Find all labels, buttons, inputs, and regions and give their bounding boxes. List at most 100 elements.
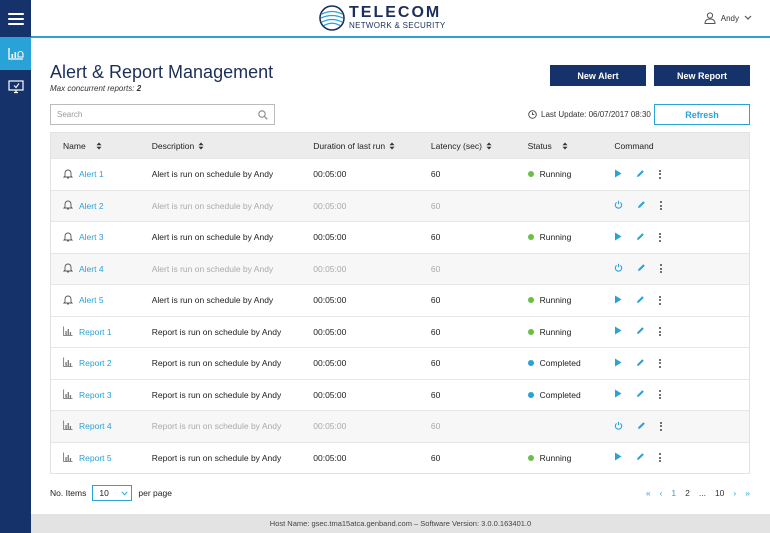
cell-name: Report 5 (51, 452, 152, 464)
item-name-link[interactable]: Report 5 (79, 453, 112, 463)
per-page-label: per page (138, 488, 172, 498)
col-command: Command (614, 140, 654, 151)
cell-duration: 00:05:00 (313, 421, 347, 432)
nav-alerts-reports[interactable] (0, 37, 31, 70)
pagination: « ‹ 1 2 ... 10 › » (646, 488, 750, 498)
edit-icon[interactable] (636, 326, 645, 337)
status-dot-icon (527, 391, 534, 398)
edit-icon[interactable] (636, 389, 645, 400)
search-input[interactable] (57, 110, 258, 119)
run-icon[interactable] (614, 326, 622, 337)
edit-icon[interactable] (636, 232, 645, 243)
cell-name: Alert 5 (51, 294, 152, 307)
items-select[interactable]: 10 (92, 485, 133, 501)
power-icon[interactable] (614, 263, 623, 274)
menu-button[interactable] (0, 0, 31, 37)
globe-icon (319, 5, 345, 31)
run-icon[interactable] (614, 452, 622, 463)
table-row: Report 3 Report is run on schedule by And… (51, 378, 749, 410)
run-icon[interactable] (614, 295, 622, 306)
edit-icon[interactable] (636, 452, 645, 463)
refresh-button[interactable]: Refresh (654, 104, 750, 125)
more-icon[interactable] (659, 453, 662, 463)
new-alert-button[interactable]: New Alert (550, 65, 646, 86)
cell-duration: 00:05:00 (313, 232, 347, 243)
more-icon[interactable] (659, 327, 662, 337)
new-report-button[interactable]: New Report (654, 65, 750, 86)
status-dot-icon (527, 360, 534, 367)
cell-description: Alert is run on schedule by Andy (151, 169, 274, 180)
run-icon[interactable] (614, 358, 622, 369)
cell-duration: 00:05:00 (313, 389, 347, 400)
cell-status: Running (527, 453, 615, 463)
cell-name: Alert 2 (51, 199, 152, 212)
col-latency[interactable]: Latency (sec) (431, 141, 528, 151)
page-2[interactable]: 2 (685, 488, 690, 498)
sort-icon (96, 142, 102, 149)
search-icon[interactable] (258, 109, 268, 120)
next-page-icon[interactable]: › (733, 488, 736, 498)
item-name-link[interactable]: Alert 4 (79, 264, 104, 274)
cell-command (614, 326, 749, 337)
item-name-link[interactable]: Report 1 (79, 327, 112, 337)
edit-icon[interactable] (637, 263, 646, 274)
item-name-link[interactable]: Report 2 (79, 358, 112, 368)
hamburger-icon (7, 12, 24, 25)
more-icon[interactable] (660, 201, 663, 211)
power-icon[interactable] (614, 421, 623, 432)
table-row: Alert 4 Alert is run on schedule by Andy 0… (51, 252, 749, 284)
table-row: Report 4 Report is run on schedule by And… (51, 410, 749, 442)
cell-description: Report is run on schedule by Andy (151, 326, 282, 337)
bar-chart-icon (63, 326, 73, 338)
last-page-icon[interactable]: » (745, 488, 750, 498)
more-icon[interactable] (660, 421, 663, 431)
cell-description: Report is run on schedule by Andy (151, 452, 282, 463)
cell-status: Running (527, 169, 615, 179)
col-name[interactable]: Name (51, 141, 152, 151)
sort-icon (198, 142, 204, 150)
more-icon[interactable] (659, 169, 662, 179)
status-text: Completed (539, 389, 581, 400)
status-dot-icon (527, 328, 534, 335)
status-text: Running (539, 232, 572, 243)
item-name-link[interactable]: Report 3 (79, 390, 112, 400)
page-subtitle: Max concurrent reports: 2 (50, 84, 141, 93)
run-icon[interactable] (614, 389, 622, 400)
first-page-icon[interactable]: « (646, 488, 651, 498)
col-status[interactable]: Status (528, 141, 615, 151)
edit-icon[interactable] (636, 295, 645, 306)
edit-icon[interactable] (636, 169, 645, 180)
col-duration[interactable]: Duration of last run (313, 141, 431, 151)
page-10[interactable]: 10 (715, 488, 724, 498)
edit-icon[interactable] (636, 358, 645, 369)
prev-page-icon[interactable]: ‹ (660, 488, 663, 498)
more-icon[interactable] (659, 358, 662, 368)
nav-monitor[interactable] (0, 70, 31, 103)
item-name-link[interactable]: Alert 2 (79, 201, 104, 211)
page-1[interactable]: 1 (671, 488, 676, 498)
item-name-link[interactable]: Alert 5 (79, 295, 104, 305)
more-icon[interactable] (659, 295, 662, 305)
item-name-link[interactable]: Alert 3 (79, 232, 104, 242)
more-icon[interactable] (659, 232, 662, 242)
item-name-link[interactable]: Report 4 (79, 421, 112, 431)
item-name-link[interactable]: Alert 1 (79, 169, 104, 179)
more-icon[interactable] (660, 264, 663, 274)
run-icon[interactable] (614, 169, 622, 180)
edit-icon[interactable] (637, 200, 646, 211)
power-icon[interactable] (614, 200, 623, 211)
run-icon[interactable] (614, 232, 622, 243)
edit-icon[interactable] (637, 421, 646, 432)
user-menu[interactable]: Andy (704, 12, 752, 24)
cell-command (614, 263, 749, 274)
table-row: Report 5 Report is run on schedule by And… (51, 441, 749, 473)
table-row: Report 2 Report is run on schedule by And… (51, 347, 749, 379)
cell-status: Running (527, 232, 615, 243)
table-row: Report 1 Report is run on schedule by And… (51, 315, 749, 347)
cell-latency: 60 (430, 326, 441, 337)
status-dot-icon (527, 297, 534, 304)
more-icon[interactable] (659, 390, 662, 400)
brand-tagline: NETWORK & SECURITY (349, 21, 446, 30)
col-description[interactable]: Description (152, 141, 314, 151)
cell-command (614, 169, 749, 180)
